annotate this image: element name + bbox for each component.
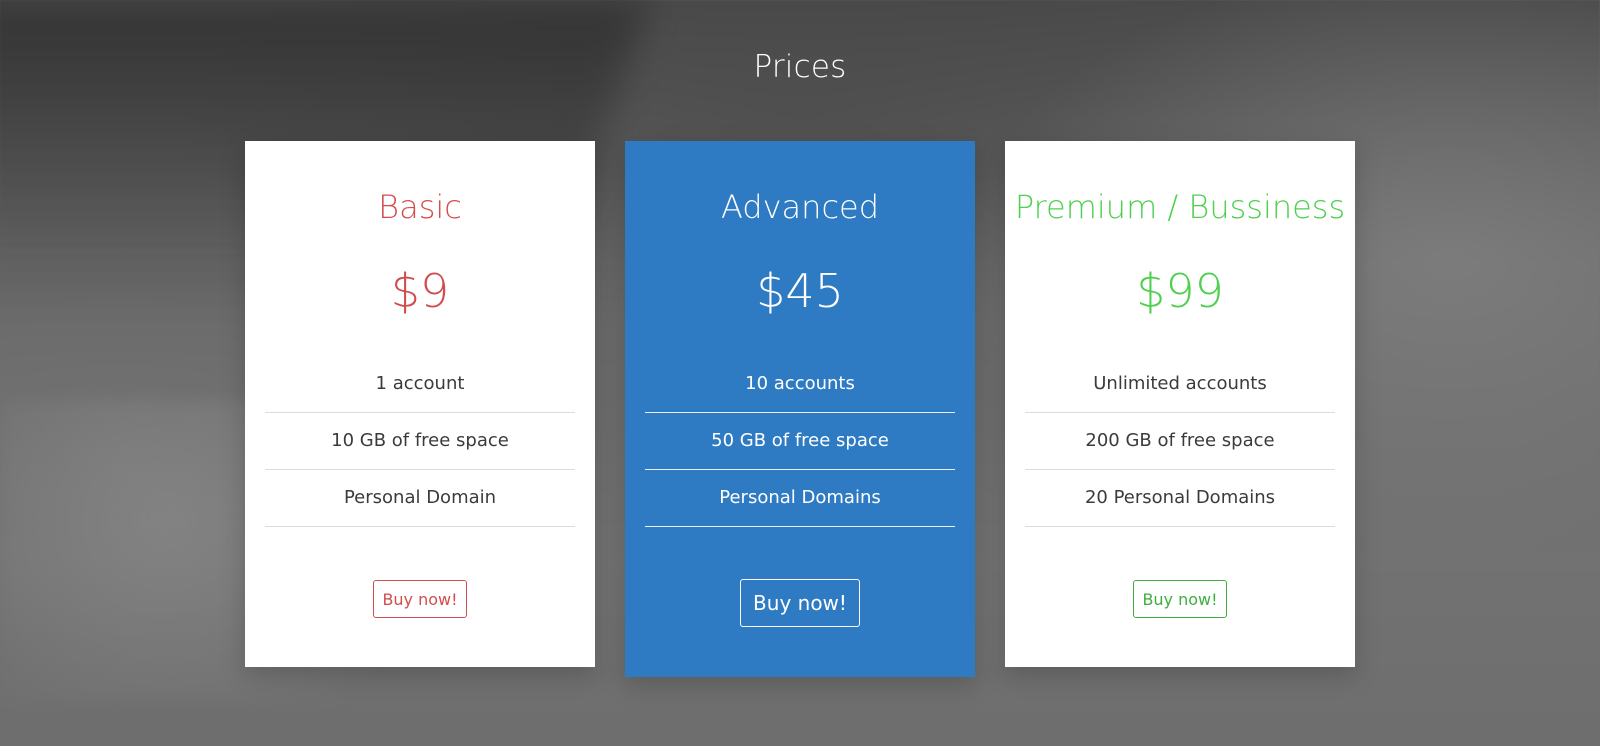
feature-item: 10 GB of free space	[265, 413, 575, 470]
feature-item: Personal Domain	[265, 470, 575, 527]
pricing-card-basic: Basic $9 1 account 10 GB of free space P…	[245, 141, 595, 667]
feature-list: 1 account 10 GB of free space Personal D…	[265, 356, 575, 527]
feature-item: 10 accounts	[645, 356, 955, 413]
page-title: Prices	[753, 48, 847, 85]
feature-item: 20 Personal Domains	[1025, 470, 1335, 527]
plan-price: $45	[756, 264, 844, 318]
feature-item: 1 account	[265, 356, 575, 413]
feature-item: Personal Domains	[645, 470, 955, 527]
plan-name: Advanced	[720, 188, 880, 226]
feature-list: 10 accounts 50 GB of free space Personal…	[645, 356, 955, 527]
pricing-card-premium: Premium / Bussiness $99 Unlimited accoun…	[1005, 141, 1355, 667]
plan-price: $9	[390, 264, 450, 318]
plan-price: $99	[1136, 264, 1224, 318]
feature-list: Unlimited accounts 200 GB of free space …	[1025, 356, 1335, 527]
feature-item: Unlimited accounts	[1025, 356, 1335, 413]
feature-item: 50 GB of free space	[645, 413, 955, 470]
plan-name: Basic	[378, 188, 462, 226]
pricing-card-advanced: Advanced $45 10 accounts 50 GB of free s…	[625, 141, 975, 677]
buy-now-button-basic[interactable]: Buy now!	[373, 580, 467, 618]
buy-now-button-premium[interactable]: Buy now!	[1133, 580, 1227, 618]
buy-now-button-advanced[interactable]: Buy now!	[740, 579, 860, 627]
feature-item: 200 GB of free space	[1025, 413, 1335, 470]
plan-name: Premium / Bussiness	[1014, 188, 1346, 226]
